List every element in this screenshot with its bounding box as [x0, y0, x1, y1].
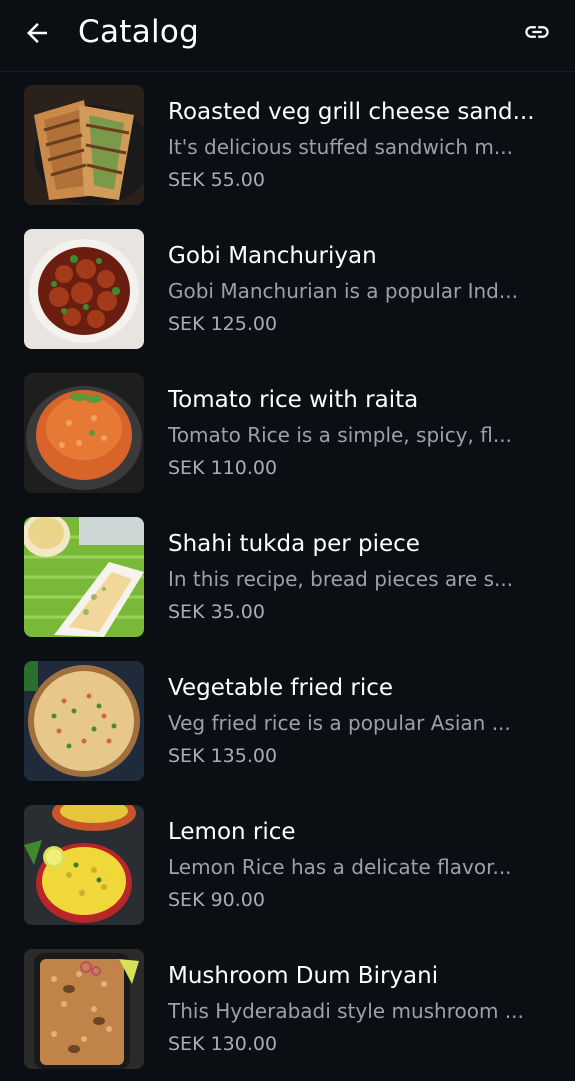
item-description: Tomato Rice is a simple, spicy, fl... [168, 423, 512, 447]
list-item[interactable]: Shahi tukda per piece In this recipe, br… [0, 505, 575, 649]
item-name: Gobi Manchuriyan [168, 243, 377, 269]
item-price: SEK 130.00 [168, 1033, 278, 1055]
item-name: Mushroom Dum Biryani [168, 963, 439, 989]
item-description: This Hyderabadi style mushroom ... [168, 999, 524, 1023]
item-price: SEK 135.00 [168, 745, 278, 767]
item-name: Tomato rice with raita [168, 387, 419, 413]
arrow-left-icon [27, 23, 47, 43]
item-price: SEK 125.00 [168, 313, 278, 335]
item-description: In this recipe, bread pieces are s... [168, 567, 514, 591]
item-description: It's delicious stuffed sandwich m... [168, 135, 513, 159]
item-description: Lemon Rice has a delicate flavor... [168, 855, 512, 879]
item-image [24, 949, 144, 1069]
list-item[interactable]: Tomato rice with raita Tomato Rice is a … [0, 361, 575, 505]
page-title: Catalog [78, 14, 200, 50]
item-name: Vegetable fried rice [168, 675, 394, 701]
item-name: Shahi tukda per piece [168, 531, 420, 557]
list-item[interactable]: Vegetable fried rice Veg fried rice is a… [0, 649, 575, 793]
item-image [24, 85, 144, 205]
list-item[interactable]: Lemon rice Lemon Rice has a delicate fla… [0, 793, 575, 937]
item-image [24, 661, 144, 781]
item-price: SEK 35.00 [168, 601, 265, 623]
item-name: Lemon rice [168, 819, 296, 845]
back-button[interactable] [20, 16, 54, 50]
item-image [24, 373, 144, 493]
share-link-button[interactable] [523, 18, 551, 46]
item-image [24, 517, 144, 637]
link-icon [525, 26, 549, 38]
item-image [24, 229, 144, 349]
item-price: SEK 55.00 [168, 169, 265, 191]
list-item[interactable]: Mushroom Dum Biryani This Hyderabadi sty… [0, 937, 575, 1081]
app-bar: Catalog [0, 0, 575, 72]
item-description: Veg fried rice is a popular Asian ... [168, 711, 511, 735]
item-description: Gobi Manchurian is a popular Ind... [168, 279, 518, 303]
item-price: SEK 110.00 [168, 457, 278, 479]
item-image [24, 805, 144, 925]
list-item[interactable]: Gobi Manchuriyan Gobi Manchurian is a po… [0, 217, 575, 361]
item-name: Roasted veg grill cheese sand... [168, 99, 535, 125]
item-price: SEK 90.00 [168, 889, 265, 911]
list-item[interactable]: Roasted veg grill cheese sand... It's de… [0, 73, 575, 217]
